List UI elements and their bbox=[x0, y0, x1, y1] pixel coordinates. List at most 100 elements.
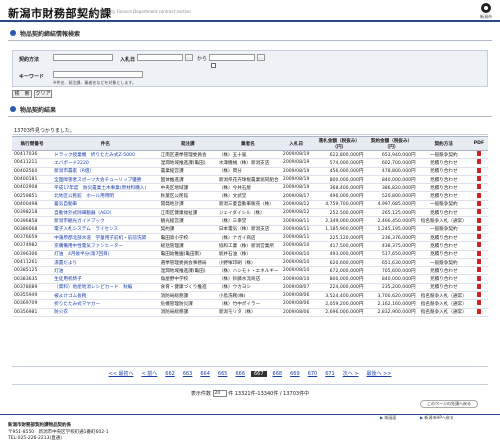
page-link[interactable]: 666 bbox=[233, 371, 247, 377]
page-link[interactable]: 671 bbox=[323, 371, 337, 377]
city-logo[interactable]: 新潟市 bbox=[480, 3, 492, 20]
pdf-cell[interactable] bbox=[469, 250, 488, 259]
item-name-link[interactable]: 蓄気自動車 bbox=[52, 200, 159, 210]
page-link[interactable]: 669 bbox=[288, 371, 302, 377]
pdf-icon[interactable] bbox=[476, 200, 481, 206]
page-link[interactable]: 662 bbox=[163, 371, 177, 377]
item-name-link[interactable]: 生徒用机椅子 bbox=[52, 274, 159, 284]
item-name-link[interactable]: （資料）地産地消レシピカード 秋編 bbox=[52, 283, 159, 293]
pdf-cell[interactable] bbox=[469, 175, 488, 185]
page-link[interactable]: 663 bbox=[181, 371, 195, 377]
pdf-cell[interactable] bbox=[469, 200, 488, 210]
item-name-link[interactable]: 新潟市農家（R値） bbox=[52, 167, 159, 176]
pdf-icon[interactable] bbox=[476, 234, 481, 240]
pdf-cell[interactable] bbox=[469, 299, 488, 309]
pdf-icon[interactable] bbox=[476, 275, 481, 281]
pdf-cell[interactable] bbox=[469, 308, 488, 317]
page-link[interactable]: 665 bbox=[216, 371, 230, 377]
item-name-link[interactable]: 電子入札システム ライセンス bbox=[52, 225, 159, 234]
table-cell: 危機管理防災課 bbox=[158, 299, 217, 309]
pdf-icon[interactable] bbox=[476, 259, 481, 264]
pdf-icon[interactable] bbox=[476, 151, 481, 157]
pdf-cell[interactable] bbox=[469, 158, 488, 168]
pdf-cell[interactable] bbox=[469, 216, 488, 226]
item-name-link[interactable]: 全国障害者スポーツ大会チューリップ優勝 bbox=[52, 175, 159, 185]
item-name-link[interactable]: 平成17年度 防災農業土木事業(原材料購入) bbox=[52, 183, 159, 193]
pdf-icon[interactable] bbox=[476, 250, 481, 256]
item-name-link[interactable]: 京購備用中性電気ファンヒーター bbox=[52, 241, 159, 251]
keyword-input[interactable] bbox=[53, 71, 143, 78]
pdf-icon[interactable] bbox=[476, 283, 481, 289]
pdf-cell[interactable] bbox=[469, 225, 488, 234]
pdf-cell[interactable] bbox=[469, 291, 488, 301]
item-name-link[interactable]: エバポード2220 bbox=[52, 158, 159, 168]
item-name-link[interactable]: 北地区公民館 ホール用用明 bbox=[52, 191, 159, 201]
item-name-link[interactable]: 新潟市観光ガイドブック bbox=[52, 216, 159, 226]
pdf-cell[interactable] bbox=[469, 208, 488, 218]
last-page-link[interactable]: 最後へ >> bbox=[365, 370, 394, 377]
date-from-input[interactable] bbox=[137, 54, 183, 61]
search-button[interactable]: 検 索 bbox=[12, 90, 32, 98]
item-name-link[interactable]: 灯油 4月後半分(第7回目) bbox=[52, 250, 159, 259]
date-to-input[interactable] bbox=[209, 54, 255, 61]
clear-button[interactable]: クリア bbox=[34, 90, 52, 98]
pdf-icon[interactable] bbox=[476, 300, 481, 306]
pdf-icon[interactable] bbox=[476, 308, 481, 314]
table-row: 00376659 中蒲原郡北部水道 学童用子前机・前前洗関 亀田第小学校 （株）ナガイ… bbox=[12, 233, 488, 243]
pdf-icon[interactable] bbox=[476, 167, 481, 173]
pdf-cell[interactable] bbox=[469, 283, 488, 293]
item-name-link[interactable]: 湯置だより bbox=[52, 258, 159, 268]
pdf-cell[interactable] bbox=[469, 167, 488, 176]
pdf-cell[interactable] bbox=[469, 266, 488, 276]
first-page-link[interactable]: << 最初へ bbox=[107, 370, 136, 377]
calendar-from-button[interactable]: … bbox=[185, 54, 193, 61]
back-link[interactable]: ▶ 前画面 bbox=[380, 415, 396, 421]
page-link[interactable]: 664 bbox=[198, 371, 212, 377]
pdf-icon[interactable] bbox=[476, 159, 481, 165]
table-row: 00402560 新潟市農家（R値） 農業経営課 （株）岡分 2009/08/19 456… bbox=[12, 167, 488, 176]
table-cell: 見積り合わせ bbox=[417, 167, 470, 176]
table-cell: 800,000,000円 bbox=[313, 274, 366, 284]
pdf-icon[interactable] bbox=[476, 217, 481, 223]
table-cell: 湿潤地域推進課(亀田) bbox=[158, 158, 217, 168]
calendar-to-button[interactable]: … bbox=[257, 54, 265, 61]
per-page-select[interactable]: 20 bbox=[212, 390, 227, 397]
table-cell: 一般競争契約 bbox=[417, 225, 470, 234]
table-cell: 2009/08/06 bbox=[279, 308, 314, 317]
prev-page-link[interactable]: < 前へ bbox=[139, 370, 159, 377]
table-cell: 672,000,000円 bbox=[313, 266, 366, 276]
result-range: 13321件-13340件 / 13703件中 bbox=[234, 391, 310, 397]
pdf-icon[interactable] bbox=[476, 267, 481, 273]
page-link[interactable]: 670 bbox=[306, 371, 320, 377]
table-cell: 00378089 bbox=[12, 283, 53, 293]
page-link[interactable]: 668 bbox=[271, 371, 285, 377]
pdf-cell[interactable] bbox=[469, 191, 488, 201]
item-name-link[interactable]: 中蒲原郡北部水道 学童用子前机・前前洗関 bbox=[52, 233, 159, 243]
item-name-link[interactable]: ドラック授業機 折りたたみ式Z-5000 bbox=[52, 150, 159, 160]
pdf-cell[interactable] bbox=[469, 258, 488, 268]
pdf-cell[interactable] bbox=[469, 274, 488, 284]
pdf-cell[interactable] bbox=[469, 233, 488, 243]
item-name-link[interactable]: 灯油 bbox=[52, 266, 159, 276]
pdf-icon[interactable] bbox=[476, 209, 481, 215]
pdf-icon[interactable] bbox=[476, 184, 481, 190]
pdf-icon[interactable] bbox=[476, 242, 481, 248]
contract-method-select[interactable] bbox=[53, 54, 113, 61]
pdf-cell[interactable] bbox=[469, 183, 488, 193]
pdf-icon[interactable] bbox=[476, 176, 481, 182]
pdf-icon[interactable] bbox=[476, 292, 481, 298]
date-checkbox[interactable] bbox=[211, 63, 216, 68]
item-name-link[interactable]: 自動体外式除細動器（AED） bbox=[52, 208, 159, 218]
pdf-icon[interactable] bbox=[476, 192, 481, 198]
table-cell: 2009/08/06 bbox=[279, 291, 314, 301]
search-form: 契約方法 入札日 … から … キーワード ※件名、発注課、業者名などを対象とし… bbox=[12, 50, 488, 87]
home-link[interactable]: ▶ 新潟市HPへ戻る bbox=[420, 415, 454, 421]
item-name-link[interactable]: 防火衣 bbox=[52, 308, 159, 317]
pdf-cell[interactable] bbox=[469, 241, 488, 251]
next-page-link[interactable]: 次へ > bbox=[341, 370, 361, 377]
page-top-button[interactable]: このページの先頭へ戻る bbox=[420, 400, 478, 408]
pdf-cell[interactable] bbox=[469, 150, 488, 160]
pdf-icon[interactable] bbox=[476, 225, 481, 231]
item-name-link[interactable]: 折りたたみ式マヤカー bbox=[52, 299, 159, 309]
item-name-link[interactable]: 被よけゴム長靴 bbox=[52, 291, 159, 301]
